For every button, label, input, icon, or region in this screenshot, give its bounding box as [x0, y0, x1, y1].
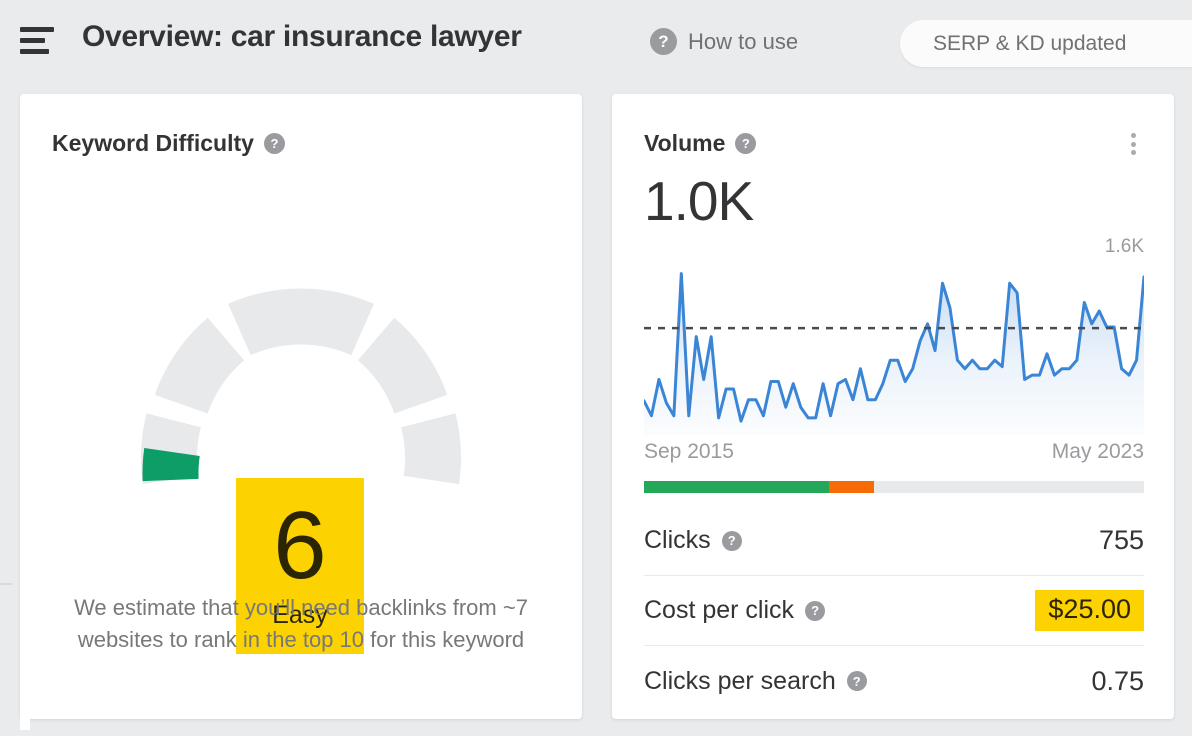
- volume-label: Volume: [644, 130, 725, 157]
- question-mark-icon[interactable]: ?: [735, 133, 756, 154]
- gauge-track: [169, 316, 433, 480]
- keyword-difficulty-title: Keyword Difficulty ?: [52, 130, 285, 157]
- question-mark-icon[interactable]: ?: [805, 601, 825, 621]
- page-header: Overview: car insurance lawyer ? How to …: [0, 0, 1192, 86]
- chart-date-range: Sep 2015 May 2023: [644, 440, 1144, 464]
- keyword-difficulty-label: Keyword Difficulty: [52, 130, 254, 157]
- volume-metrics-list: Clicks? 755 Cost per click? $25.00 Clicks pe…: [644, 506, 1144, 716]
- hamburger-icon[interactable]: [20, 27, 56, 57]
- metric-label: Clicks?: [644, 526, 742, 555]
- volume-card: Volume ? 1.0K 1.6K: [612, 94, 1174, 719]
- metric-row: Cost per click? $25.00: [644, 576, 1144, 646]
- metric-label: Clicks per search?: [644, 667, 867, 696]
- kebab-menu-icon[interactable]: [1122, 130, 1144, 158]
- chart-svg: [644, 254, 1144, 435]
- question-mark-icon[interactable]: ?: [650, 28, 677, 55]
- keyword-difficulty-note: We estimate that you’ll need backlinks f…: [72, 592, 530, 656]
- hamburger-bar: [20, 49, 49, 54]
- volume-trend-chart[interactable]: [644, 254, 1144, 435]
- how-to-use-label: How to use: [688, 29, 798, 55]
- metric-label-text: Clicks per search: [644, 667, 836, 696]
- progress-segment-orange: [829, 481, 874, 493]
- how-to-use-link[interactable]: ? How to use: [650, 28, 798, 55]
- kebab-dot: [1131, 150, 1136, 155]
- gauge-fill: [170, 452, 172, 480]
- metric-value: 755: [1099, 525, 1144, 556]
- metric-label: Cost per click?: [644, 596, 825, 625]
- serp-kd-updated-label: SERP & KD updated: [933, 32, 1126, 56]
- kebab-dot: [1131, 133, 1136, 138]
- volume-progress-bar: [644, 481, 1144, 493]
- kebab-dot: [1131, 142, 1136, 147]
- card-left-edge: [20, 583, 30, 730]
- chart-start-date: Sep 2015: [644, 440, 734, 464]
- question-mark-icon[interactable]: ?: [264, 133, 285, 154]
- volume-title: Volume ?: [644, 130, 756, 157]
- offscreen-divider: [0, 583, 12, 585]
- metric-value: 0.75: [1091, 666, 1144, 697]
- metric-label-text: Cost per click: [644, 596, 794, 625]
- chart-end-date: May 2023: [1052, 440, 1144, 464]
- question-mark-icon[interactable]: ?: [847, 671, 867, 691]
- hamburger-bar: [20, 27, 54, 32]
- question-mark-icon[interactable]: ?: [722, 531, 742, 551]
- keyword-difficulty-score: 6: [273, 502, 326, 590]
- hamburger-bar: [20, 38, 45, 43]
- keyword-difficulty-gauge: 6 Easy: [20, 224, 582, 624]
- metric-label-text: Clicks: [644, 526, 711, 555]
- overview-page: Overview: car insurance lawyer ? How to …: [0, 0, 1192, 736]
- progress-segment-green: [644, 481, 829, 493]
- metric-row: Clicks? 755: [644, 506, 1144, 576]
- volume-value: 1.0K: [644, 169, 753, 233]
- serp-kd-updated-badge[interactable]: SERP & KD updated: [900, 20, 1192, 67]
- page-title: Overview: car insurance lawyer: [82, 20, 522, 54]
- metric-value: $25.00: [1035, 590, 1144, 631]
- metric-row: Clicks per search? 0.75: [644, 646, 1144, 716]
- keyword-difficulty-card: Keyword Difficulty ? 6 Ea: [20, 94, 582, 719]
